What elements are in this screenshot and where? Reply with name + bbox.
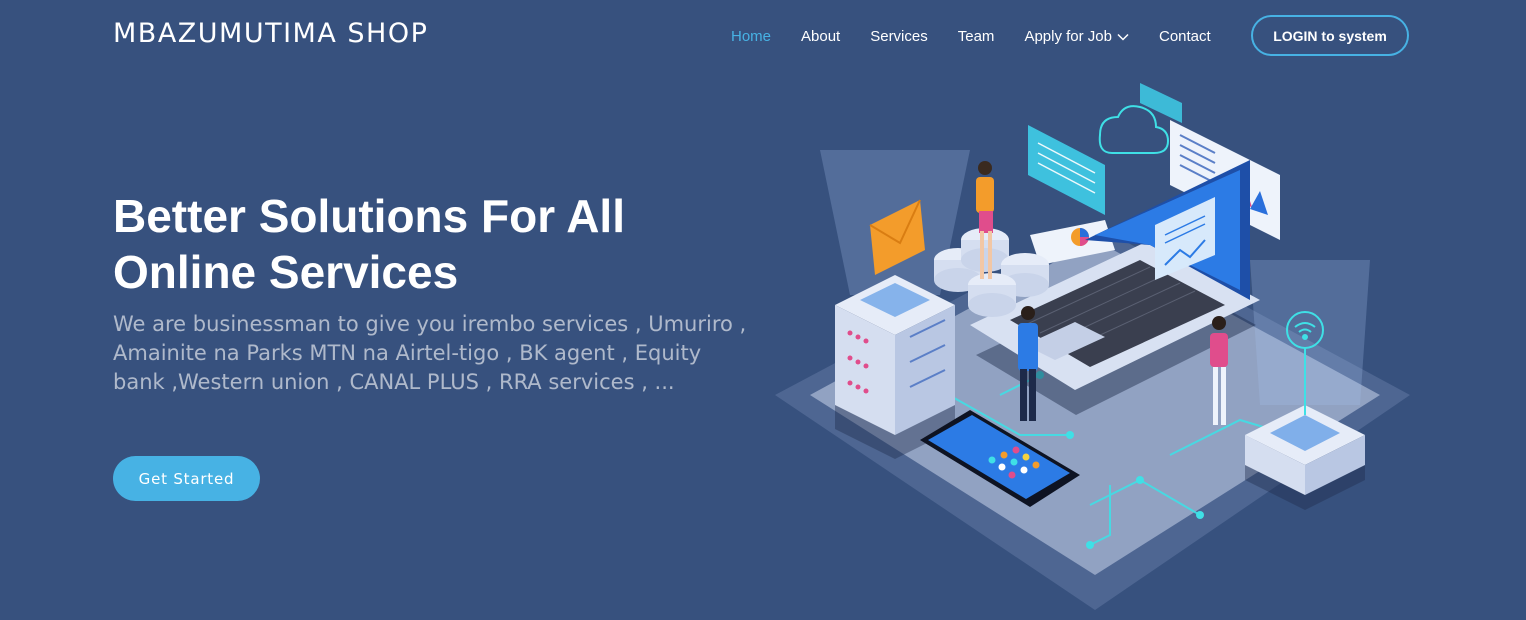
- hero-illustration: [775, 83, 1410, 610]
- site-logo[interactable]: MBAZUMUTIMA SHOP: [113, 18, 428, 49]
- nav-home-label: Home: [731, 27, 772, 45]
- get-started-button[interactable]: Get Started: [113, 456, 260, 501]
- nav-services[interactable]: Services: [855, 28, 943, 45]
- nav-contact-label: Contact: [1158, 27, 1211, 45]
- hero-title-line1: Better Solutions For All: [113, 190, 625, 242]
- nav-apply-for-job[interactable]: Apply for Job: [1009, 28, 1144, 45]
- chevron-down-icon: [1117, 28, 1129, 45]
- site-header: MBAZUMUTIMA SHOP Home About Services Tea…: [0, 0, 1526, 72]
- light-beam-right: [1250, 260, 1370, 405]
- main-nav: Home About Services Team Apply for Job C…: [716, 0, 1226, 72]
- floating-panel-top: [1140, 83, 1182, 123]
- nav-home[interactable]: Home: [716, 28, 786, 45]
- cloud-icon: [1098, 105, 1170, 154]
- nav-contact[interactable]: Contact: [1144, 28, 1226, 45]
- nav-team-label: Team: [957, 27, 995, 45]
- hero-title-line2: Online Services: [113, 246, 459, 298]
- hero-subtitle: We are businessman to give you irembo se…: [113, 312, 747, 394]
- nav-team[interactable]: Team: [943, 28, 1010, 45]
- login-button[interactable]: LOGIN to system: [1251, 15, 1409, 56]
- nav-apply-label: Apply for Job: [1024, 27, 1112, 45]
- nav-about-label: About: [801, 27, 841, 45]
- nav-about[interactable]: About: [786, 28, 855, 45]
- hero-title: Better Solutions For All Online Services: [113, 188, 753, 300]
- floating-panel-left: [1028, 125, 1105, 215]
- nav-services-label: Services: [870, 27, 928, 45]
